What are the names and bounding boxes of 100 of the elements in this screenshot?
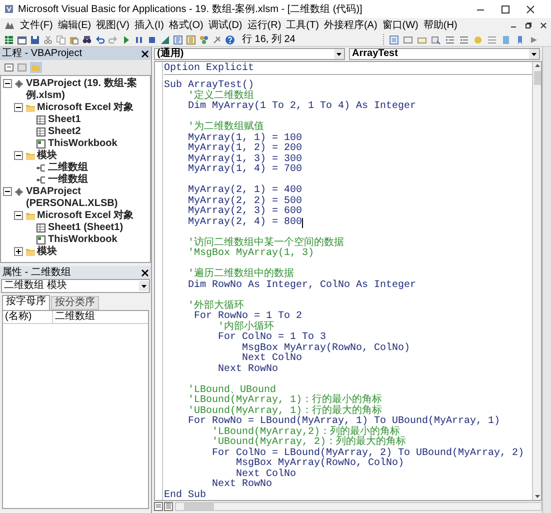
code-line: For RowNo = 1 To 2 (193, 312, 302, 322)
tree-item[interactable]: ThisWorkbook (48, 234, 118, 246)
form-icon[interactable] (17, 34, 27, 44)
code-line: Option Explicit (164, 63, 254, 74)
menu-item[interactable]: 编辑(E) (58, 20, 92, 30)
parameter-info-icon[interactable] (431, 34, 441, 44)
save-icon[interactable] (30, 34, 40, 44)
code-comment: 'UBound(MyArray, 1)：行的最大的角标 (187, 406, 382, 416)
code-comment: 'UBound(MyArray, 2)：列的最大的角标 (211, 438, 406, 448)
code-line: Next RowNo (211, 480, 272, 490)
code-comment: 'LBound、UBound (187, 386, 276, 396)
tree-item[interactable]: VBAProject (19. 数组-案例.xlsm) (26, 78, 150, 102)
sheet-icon (36, 115, 46, 125)
minus-box-icon[interactable] (3, 79, 12, 88)
restore-icon[interactable] (525, 22, 532, 29)
minus-box-icon[interactable] (14, 103, 23, 112)
code-line: Next ColNo (241, 354, 302, 364)
view-object-icon[interactable] (17, 63, 27, 72)
menu-item[interactable]: 外接程序(A) (324, 20, 378, 30)
close-icon[interactable] (141, 50, 149, 58)
menu-item[interactable]: 文件(F) (20, 20, 53, 30)
spreadsheet-icon[interactable] (4, 34, 14, 44)
menu-item[interactable]: 插入(I) (134, 20, 164, 30)
tree-item[interactable]: Microsoft Excel 对象 (37, 210, 134, 222)
tree-item[interactable]: Microsoft Excel 对象 (37, 102, 134, 114)
tree-item[interactable]: 二维数组 (48, 162, 88, 174)
plus-box-icon[interactable] (14, 247, 23, 256)
procedure-view-icon[interactable] (154, 502, 163, 511)
menu-item[interactable]: 格式(O) (168, 20, 204, 30)
panel-title: 属性 - 二维数组 (2, 268, 71, 278)
workbook-icon (36, 139, 46, 149)
maximize-icon[interactable] (501, 4, 510, 14)
code-line: MyArray(2, 1) = 400 (187, 186, 302, 196)
tree-item[interactable]: 模块 (37, 246, 57, 258)
module-icon (36, 175, 46, 185)
toolbar-grip-icon[interactable] (382, 34, 385, 45)
tree-item[interactable]: 模块 (37, 150, 57, 162)
binoculars-icon[interactable] (82, 34, 92, 44)
toolbox-icon[interactable] (212, 34, 222, 44)
app-icon (4, 4, 14, 14)
outdent-icon[interactable] (459, 34, 469, 44)
code-line: For ColNo = LBound(MyArray, 2) To UBound(MyArray, 2) (211, 448, 524, 458)
vertical-scrollbar[interactable] (532, 62, 541, 500)
comment-block-icon[interactable] (487, 34, 497, 44)
tab[interactable]: 按字母序 (2, 295, 50, 310)
menu-item[interactable]: 窗口(W) (382, 20, 418, 30)
tree-item[interactable]: Sheet1 (Sheet1) (48, 222, 124, 234)
vba-icon[interactable] (4, 20, 15, 31)
tree-item[interactable]: 一维数组 (48, 174, 88, 186)
menu-item[interactable]: 运行(R) (247, 20, 282, 30)
code-line: Next ColNo (235, 470, 296, 480)
minus-box-icon[interactable] (3, 187, 12, 196)
property-name[interactable]: (名称) (3, 311, 53, 323)
tree-item[interactable]: VBAProject (PERSONAL.XLSB) (26, 186, 150, 210)
code-comment: '访问二维数组中某一个空间的数据 (187, 238, 344, 248)
menu-item[interactable]: 帮助(H) (423, 20, 458, 30)
folder-icon (25, 151, 35, 161)
code-line: MyArray(1, 4) = 700 (187, 165, 302, 176)
pause-icon[interactable] (134, 34, 144, 44)
scroll-up-icon[interactable] (534, 62, 540, 69)
code-line: Dim RowNo As Integer, ColNo As Integer (187, 280, 416, 291)
code-line: MyArray(1, 2) = 200 (187, 144, 302, 154)
menu-item[interactable]: 调试(D) (208, 20, 242, 30)
code-line: For ColNo = 1 To 3 (217, 333, 326, 343)
tree-item[interactable]: ThisWorkbook (48, 138, 118, 150)
quick-info-icon[interactable] (417, 34, 427, 44)
help-icon[interactable] (225, 34, 235, 44)
code-line: End Sub (164, 490, 206, 500)
project-explorer-icon[interactable] (173, 34, 183, 44)
tree-item[interactable]: Sheet1 (48, 114, 81, 126)
module-view-icon[interactable] (164, 502, 173, 511)
undo-icon[interactable] (95, 34, 105, 44)
code-line: MyArray(2, 3) = 600 (187, 207, 302, 217)
scroll-thumb[interactable] (534, 71, 540, 85)
close-icon[interactable] (540, 22, 547, 29)
close-icon[interactable] (141, 268, 149, 276)
close-icon[interactable] (526, 4, 535, 14)
folder-icon (25, 103, 35, 113)
object-dropdown[interactable]: (通用) (154, 48, 345, 60)
minus-box-icon[interactable] (14, 151, 23, 160)
indent-icon[interactable] (445, 34, 455, 44)
menu-item[interactable]: 工具(T) (286, 20, 319, 30)
tab[interactable]: 按分类序 (51, 296, 99, 310)
tree-item[interactable]: Sheet2 (48, 126, 81, 138)
stop-icon[interactable] (147, 34, 157, 44)
object-browser-icon[interactable] (199, 34, 209, 44)
copy-icon[interactable] (56, 34, 66, 44)
scroll-thumb[interactable] (184, 503, 214, 510)
property-value[interactable]: 二维数组 (53, 311, 95, 323)
code-line: Next RowNo (217, 364, 278, 375)
procedure-dropdown[interactable]: ArrayTest (349, 48, 540, 60)
object-dropdown[interactable]: 二维数组 模块 (1, 279, 150, 293)
horizontal-scrollbar[interactable] (175, 502, 542, 511)
view-code-icon[interactable] (4, 63, 14, 72)
minus-box-icon[interactable] (14, 211, 23, 220)
properties-icon[interactable] (186, 34, 196, 44)
constants-icon[interactable] (403, 34, 413, 44)
scroll-down-icon[interactable] (534, 493, 540, 500)
list-members-icon[interactable] (389, 34, 399, 44)
menu-item[interactable]: 视图(V) (96, 20, 130, 30)
